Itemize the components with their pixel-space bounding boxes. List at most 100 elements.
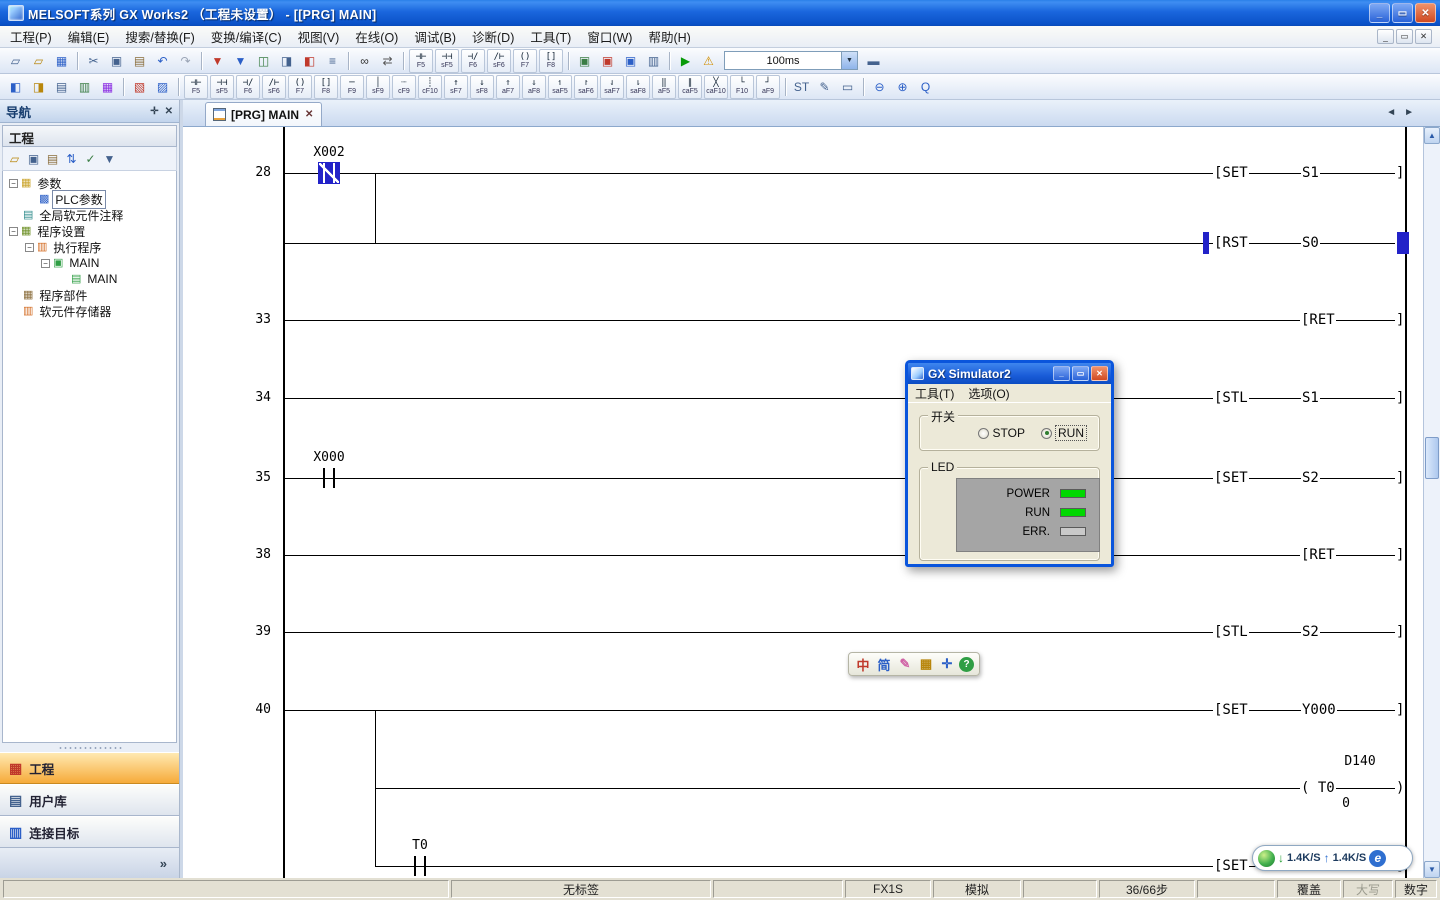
or-rising-pulse-closed-button[interactable]: ⇃saF7 — [600, 75, 624, 99]
or-falling-pulse-button[interactable]: ⇓aF8 — [522, 75, 546, 99]
ime-tools-icon[interactable]: ✛ — [938, 655, 956, 673]
simulator-menu-tools[interactable]: 工具(T) — [908, 384, 961, 403]
falling-pulse-button[interactable]: ↓sF8 — [470, 75, 494, 99]
combo-dropdown-icon[interactable]: ▼ — [841, 52, 857, 69]
or-closed-contact-button[interactable]: ∕⊢sF6 — [487, 49, 511, 73]
ime-softkeyboard-icon[interactable]: ▦ — [917, 655, 935, 673]
simulator-title-bar[interactable]: GX Simulator2 _ ▭ ✕ — [908, 363, 1111, 384]
watch-window-toggle-button[interactable]: ▥ — [74, 76, 95, 97]
save-project-button[interactable]: ▦ — [51, 50, 72, 71]
menu-item-6[interactable]: 调试(B) — [406, 28, 464, 48]
find-replace-button[interactable]: ⇄ — [377, 50, 398, 71]
tab-scroll-right-icon[interactable]: ► — [1404, 107, 1414, 118]
simulator-maximize-button[interactable]: ▭ — [1072, 366, 1089, 381]
element-selection-toggle-button[interactable]: ◨ — [28, 76, 49, 97]
scroll-down-icon[interactable]: ▼ — [1424, 861, 1440, 878]
zoom-out-button[interactable]: ⊖ — [869, 76, 890, 97]
tree-filter-button[interactable]: ▼ — [100, 149, 119, 168]
ladder-application-button[interactable]: []F8 — [314, 75, 338, 99]
comment-display-button[interactable]: ▧ — [129, 76, 150, 97]
tree-item-2[interactable]: ▤全局软元件注释 — [3, 207, 176, 223]
open-project-button[interactable]: ▱ — [28, 50, 49, 71]
ime-simplified-icon[interactable]: 简 — [875, 655, 893, 673]
tab-close-icon[interactable]: ✕ — [304, 109, 314, 120]
rising-pulse-button[interactable]: ↑sF7 — [444, 75, 468, 99]
tree-check-button[interactable]: ✓ — [81, 149, 100, 168]
read-from-plc-button[interactable]: ◨ — [276, 50, 297, 71]
vertical-scrollbar[interactable]: ▲ ▼ — [1423, 127, 1440, 878]
mdi-minimize-button[interactable]: _ — [1377, 29, 1394, 44]
tree-new-button[interactable]: ▱ — [5, 149, 24, 168]
redo-button[interactable]: ↷ — [175, 50, 196, 71]
simulator-close-button[interactable]: ✕ — [1091, 366, 1108, 381]
application-instruction-button[interactable]: []F8 — [539, 49, 563, 73]
nav-button-2[interactable]: ▥连接目标 — [0, 816, 179, 848]
scrollbar-thumb[interactable] — [1425, 437, 1439, 479]
tree-item-5[interactable]: −▣MAIN — [3, 255, 176, 271]
restore-button[interactable]: ▭ — [1392, 3, 1413, 23]
panel-close-icon[interactable]: ✕ — [165, 106, 173, 117]
find-button[interactable]: ∞ — [354, 50, 375, 71]
nav-button-0[interactable]: ▦工程 — [0, 752, 179, 784]
convert-result-falling-button[interactable]: ╳caF10 — [704, 75, 728, 99]
monitor-write-mode-button[interactable]: ▣ — [620, 50, 641, 71]
coil-button[interactable]: ()F7 — [513, 49, 537, 73]
tree-item-4[interactable]: −▥执行程序 — [3, 239, 176, 255]
tab-scroll-left-icon[interactable]: ◄ — [1386, 107, 1396, 118]
modify-value-button[interactable]: ▬ — [863, 50, 884, 71]
device-batch-monitor-button[interactable]: ▥ — [643, 50, 664, 71]
cut-button[interactable]: ✂ — [83, 50, 104, 71]
convert-all-button[interactable]: ▼ — [230, 50, 251, 71]
ladder-or-open-contact-button[interactable]: ⊣⊣sF5 — [210, 75, 234, 99]
output-window-toggle-button[interactable]: ▤ — [51, 76, 72, 97]
draw-line-button[interactable]: └F10 — [730, 75, 754, 99]
chevron-icon[interactable]: » — [160, 856, 167, 871]
convert-result-rising-button[interactable]: ∥caF5 — [678, 75, 702, 99]
delete-horizontal-line-button[interactable]: ┈cF9 — [392, 75, 416, 99]
online-change-button[interactable]: ◫ — [253, 50, 274, 71]
menu-item-0[interactable]: 工程(P) — [2, 28, 60, 48]
simulator-menu-options[interactable]: 选项(O) — [961, 384, 1016, 403]
tree-expand-icon[interactable]: − — [9, 179, 18, 188]
simulator-minimize-button[interactable]: _ — [1053, 366, 1070, 381]
tree-expand-icon[interactable]: − — [9, 227, 18, 236]
paste-button[interactable]: ▤ — [129, 50, 150, 71]
pin-icon[interactable]: ✛ — [150, 106, 158, 117]
new-project-button[interactable]: ▱ — [5, 50, 26, 71]
ladder-coil-button[interactable]: ()F7 — [288, 75, 312, 99]
zoom-in-button[interactable]: ⊕ — [892, 76, 913, 97]
menu-item-10[interactable]: 帮助(H) — [640, 28, 698, 48]
ladder-open-contact-button[interactable]: ⊣⊢F5 — [184, 75, 208, 99]
menu-item-2[interactable]: 搜索/替换(F) — [117, 28, 202, 48]
tree-copy-button[interactable]: ▣ — [24, 149, 43, 168]
horizontal-line-button[interactable]: ─F9 — [340, 75, 364, 99]
panel-grip[interactable] — [0, 743, 179, 752]
tree-paste-button[interactable]: ▤ — [43, 149, 62, 168]
tree-sort-button[interactable]: ⇅ — [62, 149, 81, 168]
rising-pulse-closed-button[interactable]: ↿saF5 — [548, 75, 572, 99]
read-mode-button[interactable]: ▭ — [837, 76, 858, 97]
copy-button[interactable]: ▣ — [106, 50, 127, 71]
zoom-ratio-button[interactable]: Q — [915, 76, 936, 97]
or-open-contact-button[interactable]: ⊣⊣sF5 — [435, 49, 459, 73]
delete-line-button[interactable]: ┘aF9 — [756, 75, 780, 99]
scroll-up-icon[interactable]: ▲ — [1424, 127, 1440, 144]
or-falling-pulse-closed-button[interactable]: ⇂saF8 — [626, 75, 650, 99]
convert-button[interactable]: ▼ — [207, 50, 228, 71]
ime-help-icon[interactable]: ? — [959, 657, 974, 672]
intelligent-monitor-button[interactable]: ▦ — [97, 76, 118, 97]
scan-time-combo[interactable]: 100ms▼ — [724, 51, 858, 70]
tree-expand-icon[interactable]: − — [41, 259, 50, 268]
menu-item-7[interactable]: 诊断(D) — [464, 28, 522, 48]
radio-stop[interactable]: STOP — [978, 426, 1025, 440]
mdi-close-button[interactable]: ✕ — [1415, 29, 1432, 44]
vertical-line-button[interactable]: │sF9 — [366, 75, 390, 99]
start-simulation-button[interactable]: ▶ — [675, 50, 696, 71]
open-contact-button[interactable]: ⊣⊢F5 — [409, 49, 433, 73]
menu-item-9[interactable]: 窗口(W) — [579, 28, 640, 48]
falling-pulse-closed-button[interactable]: ↾saF6 — [574, 75, 598, 99]
minimize-button[interactable]: _ — [1369, 3, 1390, 23]
invert-operation-results-button[interactable]: ‖aF5 — [652, 75, 676, 99]
radio-run[interactable]: RUN — [1041, 426, 1086, 440]
inline-st-button[interactable]: ST — [791, 76, 812, 97]
